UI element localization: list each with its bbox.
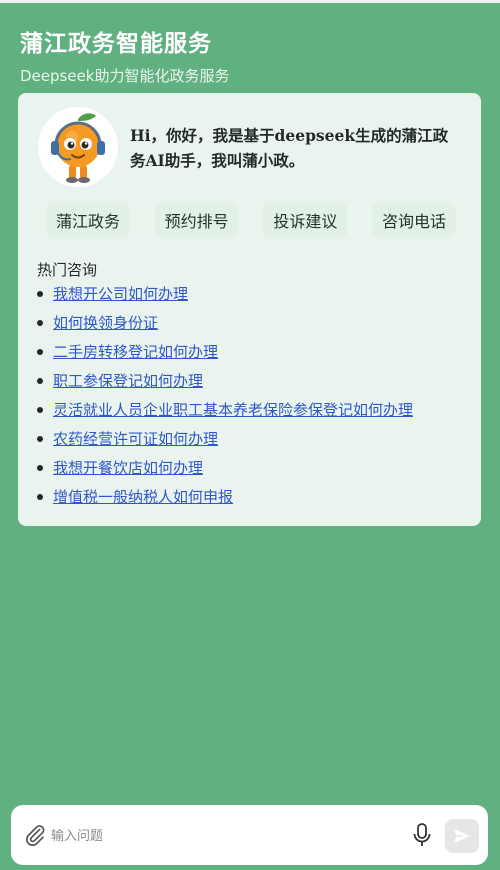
welcome-card: Hi，你好，我是基于deepseek生成的蒲江政务AI助手，我叫蒲小政。 蒲江政… <box>18 93 481 526</box>
hot-question-link[interactable]: 我想开餐饮店如何办理 <box>53 459 203 477</box>
send-button[interactable] <box>445 819 479 853</box>
hot-question-link[interactable]: 增值税一般纳税人如何申报 <box>53 488 233 506</box>
quick-action-pujiang-gov[interactable]: 蒲江政务 <box>46 203 131 237</box>
send-icon <box>454 829 470 843</box>
quick-actions: 蒲江政务 预约排号 投诉建议 咨询电话 <box>46 203 456 237</box>
bullet-icon <box>37 465 43 471</box>
hot-questions-list: 我想开公司如何办理 如何换领身份证 二手房转移登记如何办理 职工参保登记如何办理… <box>37 281 413 513</box>
list-item: 二手房转移登记如何办理 <box>37 339 413 368</box>
bullet-icon <box>37 349 43 355</box>
bullet-icon <box>37 407 43 413</box>
assistant-greeting: Hi，你好，我是基于deepseek生成的蒲江政务AI助手，我叫蒲小政。 <box>130 126 449 170</box>
paperclip-icon[interactable] <box>23 823 47 847</box>
quick-action-hotline[interactable]: 咨询电话 <box>371 203 456 237</box>
list-item: 如何换领身份证 <box>37 310 413 339</box>
chat-input-bar <box>11 805 488 865</box>
list-item: 我想开公司如何办理 <box>37 281 413 310</box>
bullet-icon <box>37 494 43 500</box>
hot-question-link[interactable]: 灵活就业人员企业职工基本养老保险参保登记如何办理 <box>53 401 413 419</box>
bullet-icon <box>37 320 43 326</box>
quick-action-complaint[interactable]: 投诉建议 <box>263 203 348 237</box>
quick-action-appointment[interactable]: 预约排号 <box>154 203 239 237</box>
bullet-icon <box>37 436 43 442</box>
bullet-icon <box>37 378 43 384</box>
list-item: 农药经营许可证如何办理 <box>37 426 413 455</box>
hot-question-link[interactable]: 如何换领身份证 <box>53 314 158 332</box>
hot-questions-title: 热门咨询 <box>37 261 98 279</box>
microphone-icon[interactable] <box>410 822 434 848</box>
orange-robot-mascot-icon <box>38 107 118 187</box>
hot-question-link[interactable]: 二手房转移登记如何办理 <box>53 343 218 361</box>
hot-question-link[interactable]: 职工参保登记如何办理 <box>53 372 203 390</box>
list-item: 职工参保登记如何办理 <box>37 368 413 397</box>
hot-question-link[interactable]: 农药经营许可证如何办理 <box>53 430 218 448</box>
page-title: 蒲江政务智能服务 <box>20 31 212 57</box>
hot-question-link[interactable]: 我想开公司如何办理 <box>53 285 188 303</box>
question-input[interactable] <box>49 823 403 849</box>
bullet-icon <box>37 291 43 297</box>
assistant-avatar <box>38 107 118 187</box>
list-item: 我想开餐饮店如何办理 <box>37 455 413 484</box>
status-strip <box>0 0 500 3</box>
list-item: 灵活就业人员企业职工基本养老保险参保登记如何办理 <box>37 397 413 426</box>
page-subtitle: Deepseek助力智能化政务服务 <box>20 67 230 85</box>
list-item: 增值税一般纳税人如何申报 <box>37 484 413 513</box>
page-header: 蒲江政务智能服务 Deepseek助力智能化政务服务 <box>20 24 230 86</box>
